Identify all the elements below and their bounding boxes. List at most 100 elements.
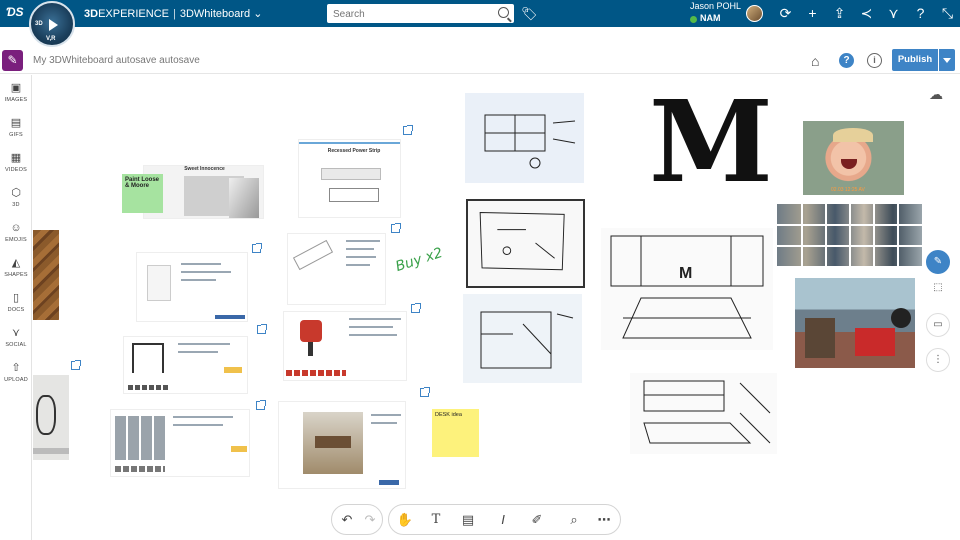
cube-icon: ⬡ xyxy=(11,187,21,199)
dresser-listing-page[interactable] xyxy=(136,252,248,322)
play-icon xyxy=(49,19,58,31)
social-icon: ⋎ xyxy=(11,327,21,339)
big-letter-m[interactable]: M xyxy=(649,87,773,199)
help-circle-icon[interactable]: ? xyxy=(839,53,854,68)
share-icon[interactable]: ⟳ xyxy=(772,4,799,23)
emoji-icon: ☺ xyxy=(10,222,22,234)
user-region: NAM xyxy=(690,13,741,23)
panel-item-docs[interactable]: ▯ DOCS xyxy=(0,292,32,314)
search-icon[interactable] xyxy=(498,7,509,18)
open-external-icon[interactable] xyxy=(252,243,262,253)
home-icon[interactable]: ⌂ xyxy=(811,53,827,69)
avatar[interactable] xyxy=(746,5,763,22)
tag-icon[interactable]: 🏷 xyxy=(521,6,538,22)
text-icon[interactable]: T xyxy=(427,511,445,529)
bottom-toolbar: ↶ ↷ ✋ T ▤ I ✐ ⌕ ⋯ xyxy=(331,504,621,535)
presentation-icon[interactable]: ▭ xyxy=(926,313,950,337)
network-icon[interactable]: ⋮ xyxy=(926,348,950,372)
bedroom-photo[interactable] xyxy=(795,278,915,368)
panel-item-emojis[interactable]: ☺ EMOJIS xyxy=(0,222,32,244)
open-external-icon[interactable] xyxy=(411,303,421,313)
photo-timestamp: 02.03 12:25 AV xyxy=(831,187,865,193)
select-icon[interactable]: ⬚ xyxy=(926,277,950,301)
brush-icon[interactable]: ✐ xyxy=(528,511,546,529)
sticky-note-icon[interactable]: ▤ xyxy=(459,511,477,529)
right-tool-rail: ✎ ⬚ ▭ ⋮ xyxy=(926,248,952,376)
video-icon: ▦ xyxy=(10,152,22,164)
chevron-down-icon: ⌄ xyxy=(253,8,263,20)
panel-label: SOCIAL xyxy=(5,342,27,348)
power-strip-listing-page[interactable] xyxy=(287,233,386,305)
sticky-note-green[interactable]: Paint Loose & Moore xyxy=(122,174,163,213)
plus-icon[interactable]: + xyxy=(799,4,826,23)
panel-item-gifs[interactable]: ▤ GIFS xyxy=(0,118,32,139)
network-icon[interactable]: ≺ xyxy=(853,4,880,23)
search-box[interactable] xyxy=(327,4,514,24)
open-external-icon[interactable] xyxy=(71,360,81,370)
cloud-icon[interactable]: ☁ xyxy=(929,86,943,103)
desk-room-listing-page[interactable] xyxy=(278,401,406,489)
panel-item-3d[interactable]: ⬡ 3D xyxy=(0,187,32,209)
office-chair-listing-page[interactable] xyxy=(283,311,407,381)
svg-text:M: M xyxy=(679,265,692,282)
panel-label: EMOJIS xyxy=(5,237,27,243)
pen-icon[interactable]: ✎ xyxy=(926,250,950,274)
open-external-icon[interactable] xyxy=(391,223,401,233)
panel-label: GIFS xyxy=(9,132,23,138)
publish-button[interactable]: Publish xyxy=(892,49,938,71)
zoom-icon[interactable]: ⌕ xyxy=(565,511,583,529)
storage-photo[interactable] xyxy=(33,375,69,460)
brand-3d: 3D xyxy=(84,8,99,20)
redo-icon[interactable]: ↷ xyxy=(361,511,379,529)
desk-frame-listing-page[interactable] xyxy=(123,336,248,394)
sketch-bedroom-perspective[interactable]: M xyxy=(601,228,773,350)
dassault-logo-icon[interactable]: ƊS xyxy=(6,5,24,21)
sketch-room-layout[interactable] xyxy=(463,294,582,383)
search-input[interactable] xyxy=(327,5,487,24)
panel-label: VIDEOS xyxy=(5,167,27,173)
sketch-floor-plan[interactable] xyxy=(466,199,585,288)
whiteboard-canvas[interactable]: Sweet Innocence Paint Loose & Moore Rece… xyxy=(33,75,960,540)
board-title[interactable]: My 3DWhiteboard autosave autosave xyxy=(33,55,200,66)
image-icon: ▣ xyxy=(10,82,22,94)
broadcast-icon[interactable]: ⇪ xyxy=(826,4,853,23)
open-external-icon[interactable] xyxy=(256,400,266,410)
app-brand[interactable]: 3DEXPERIENCE | 3DWhiteboard ⌄ xyxy=(84,7,262,20)
document-icon: ▯ xyxy=(12,292,20,304)
user-info[interactable]: Jason POHL NAM xyxy=(690,1,741,23)
panel-item-upload[interactable]: ⇧ UPLOAD xyxy=(0,362,32,384)
compass-label-3d: 3D xyxy=(35,21,43,27)
open-external-icon[interactable] xyxy=(403,125,413,135)
handwritten-buy-note[interactable]: Buy x2 xyxy=(394,245,445,275)
panel-item-videos[interactable]: ▦ VIDEOS xyxy=(0,152,32,174)
panel-item-images[interactable]: ▣ IMAGES xyxy=(0,82,32,104)
sticky-note-yellow[interactable]: DESK idea xyxy=(432,409,479,457)
undo-icon[interactable]: ↶ xyxy=(338,511,356,529)
sketch-wall-elevation[interactable] xyxy=(465,93,584,183)
power-strip-webpage[interactable]: Recessed Power Strip xyxy=(298,139,401,218)
shapes-icon: ◭ xyxy=(11,257,21,269)
board-header: ✎ My 3DWhiteboard autosave autosave ⌂ ? … xyxy=(0,48,960,74)
fullscreen-icon[interactable]: ⤡ xyxy=(934,4,960,23)
help-icon[interactable]: ? xyxy=(907,4,934,23)
upload-icon: ⇧ xyxy=(11,362,21,374)
tools-pill: ✋ T ▤ I ✐ ⌕ ⋯ xyxy=(388,504,621,535)
brand-experience: EXPERIENCE xyxy=(98,8,169,20)
open-external-icon[interactable] xyxy=(257,324,267,334)
whiteboard-app-icon[interactable]: ✎ xyxy=(2,50,23,71)
compass-icon[interactable]: 3D V,R xyxy=(29,1,75,47)
text-style-icon[interactable]: I xyxy=(494,511,512,529)
open-external-icon[interactable] xyxy=(420,387,430,397)
panel-item-social[interactable]: ⋎ SOCIAL xyxy=(0,327,32,349)
storage-cubes-listing-page[interactable] xyxy=(110,409,250,477)
more-icon[interactable]: ⋯ xyxy=(595,511,613,529)
social-icon[interactable]: ⋎ xyxy=(880,4,907,23)
room-inspiration-collage[interactable] xyxy=(777,204,922,266)
panel-item-shapes[interactable]: ◭ SHAPES xyxy=(0,257,32,279)
hand-icon[interactable]: ✋ xyxy=(396,511,414,529)
sketch-desk-perspective[interactable] xyxy=(630,373,777,454)
publish-dropdown-button[interactable] xyxy=(939,49,955,71)
info-icon[interactable]: i xyxy=(867,53,882,68)
child-photo[interactable]: 02.03 12:25 AV xyxy=(803,121,904,195)
wood-texture-image[interactable] xyxy=(33,230,59,320)
